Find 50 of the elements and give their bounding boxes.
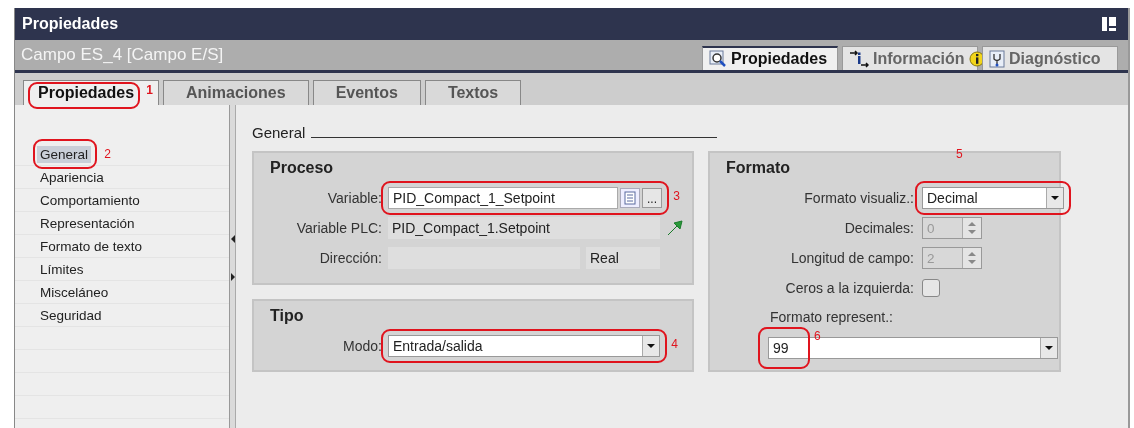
field-label: Variable PLC: [295,220,382,236]
arrow-icon[interactable] [666,219,684,237]
info-arrows-icon [849,49,869,68]
sidebar-item[interactable]: Seguridad [37,306,105,324]
sidebar-item[interactable]: Apariencia [37,168,107,186]
field-label: Modo: [342,338,382,354]
plc-variable-field: PID_Compact_1.Setpoint [388,217,660,239]
inspector-tab[interactable]: Diagnóstico [982,46,1118,70]
annotation-outline [758,327,810,369]
layout-icon[interactable] [1102,17,1116,31]
sidebar-item[interactable]: Representación [37,214,138,232]
panel-title: Tipo [270,307,305,326]
field-label: Dirección: [318,250,382,266]
object-title: Campo ES_4 [Campo E/S] [21,45,224,65]
checkbox[interactable] [922,279,940,297]
panel-title: Proceso [270,159,335,178]
data-type-field: Real [586,247,660,269]
mode-dropdown[interactable]: Entrada/salida [388,335,660,357]
sidebar-item[interactable]: Comportamiento [37,191,143,209]
annotation-number: 1 [146,83,154,97]
field-label: Formato represent.: [770,309,894,327]
field-label: Variable: [326,190,382,206]
panel-title: Formato [726,159,791,178]
tab[interactable]: Textos [424,80,522,105]
annotation-outline [33,138,98,169]
annotation-number: 4 [671,337,678,351]
inspector-tab[interactable]: Propiedades [702,46,838,70]
tab[interactable]: Animaciones [163,80,309,105]
display-format-dropdown[interactable]: Decimal [922,187,1064,209]
field-label: Formato visualiz.: [803,190,914,206]
magnifier-icon [709,50,727,68]
tab[interactable]: Eventos [312,80,421,105]
field-label: Ceros a la izquierda: [784,280,914,296]
browse-button[interactable]: ... [642,188,662,208]
field-label: Longitud de campo: [790,250,914,266]
sidebar-item[interactable]: General [37,145,92,163]
spin-arrows-icon [962,248,981,268]
field-label: Decimales: [843,220,914,236]
sidebar-item[interactable]: Formato de texto [37,237,146,255]
annotation-number: 2 [104,146,112,161]
list-icon[interactable] [620,188,640,208]
spin-arrows-icon [962,218,981,238]
stethoscope-icon [989,49,1005,68]
section-title: General [252,124,306,141]
annotation-number: 5 [956,147,963,161]
sidebar-item[interactable]: Límites [37,260,87,278]
window-title: Propiedades [22,15,119,33]
variable-field[interactable]: PID_Compact_1_Setpoint [388,187,618,209]
annotation-number: 3 [673,189,680,203]
sidebar-item[interactable]: Misceláneo [37,283,112,301]
